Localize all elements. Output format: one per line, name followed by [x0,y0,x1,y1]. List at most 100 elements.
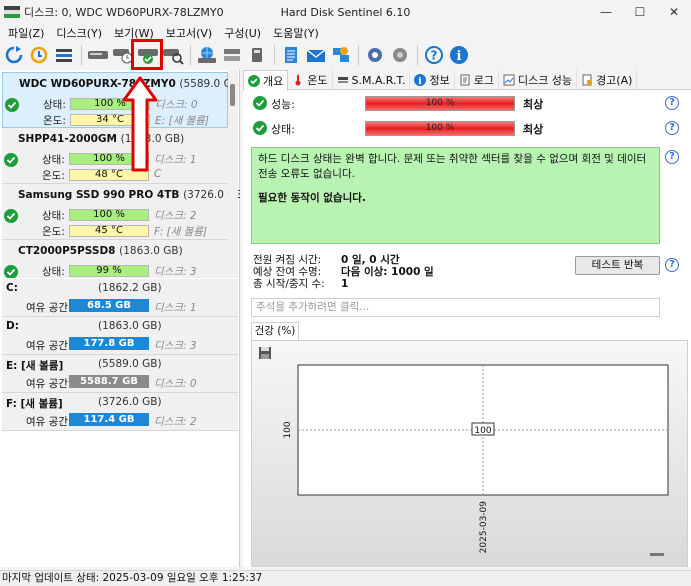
free-space-bar: 177.8 GB [69,337,149,350]
zoom-out-icon[interactable] [650,553,664,556]
volume-size: (3726.0 GB) [98,396,162,408]
help-icon[interactable]: ? [665,258,679,272]
help-icon[interactable]: ? [665,121,679,135]
start-stop-label: 총 시작/중지 수: [253,278,325,290]
menu-bar: 파일(Z) 디스크(Y) 보기(W) 보고서(V) 구성(U) 도움말(Y) [0,24,691,42]
toolbar-separator [81,45,82,65]
report-icon[interactable] [279,43,303,67]
repeat-test-button[interactable]: 테스트 반복 [575,256,660,275]
volume-card-e[interactable]: E: [새 볼륨] (5589.0 GB) 여유 공간 5588.7 GB 디스… [2,355,238,393]
status-text: 하드 디스크 상태는 완벽 합니다. 문제 또는 취약한 섹터를 찾을 수 없으… [258,153,647,180]
volume-card-f[interactable]: F: [새 볼륨] (3726.0 GB) 여유 공간 117.4 GB 디스크… [2,393,238,431]
volume-disk-tag: 디스크: 0 [154,378,197,390]
tab-smart[interactable]: S.M.A.R.T. [333,70,411,90]
disk-tag: 디스크: 1 [154,154,197,166]
scrollbar-thumb[interactable] [230,84,235,106]
info-icon: i [414,74,427,86]
disk-name: CT2000P5PSSD8 (1863.0 GB) [18,245,183,257]
menu-report[interactable]: 보고서(V) [160,25,218,41]
volume-disk-tag: 디스크: 2 [154,416,197,428]
refresh-icon[interactable] [2,43,26,67]
annotation-arrow-icon [122,76,158,172]
right-panel: 개요 온도 S.M.A.R.T. i 정보 로그 디스크 성능 경고(A) 성능… [243,70,691,567]
tab-temperature[interactable]: 온도 [288,70,333,90]
tab-log[interactable]: 로그 [455,70,499,90]
volume-name: F: [새 볼륨] [6,398,63,410]
performance-label: 성능: [271,98,295,111]
usb-drive-icon[interactable] [245,43,269,67]
toolbar-separator [190,45,191,65]
help-icon[interactable]: ? [665,150,679,164]
disk-card-0[interactable]: WDC WD60PURX-78LZMY0 (5589.0 GB) 상태: 100… [2,72,240,128]
globe-disk-icon[interactable] [195,43,219,67]
refresh-all-icon[interactable] [27,43,51,67]
remaining-label: 예상 잔여 수명: [253,266,322,278]
volume-tag: E: [새 볼륨] [155,115,210,127]
disk-list-scrollbar[interactable] [228,70,238,278]
volume-disk-tag: 디스크: 1 [154,302,197,314]
data-label: 100 [474,426,491,436]
free-space-bar: 68.5 GB [69,299,149,312]
toolbar-separator [274,45,275,65]
ok-check-icon [4,153,18,167]
disk-name: Samsung SSD 990 PRO 4TB (3726.0 GB) [18,189,240,201]
alert-icon [581,74,593,86]
power-on-label: 전원 켜짐 시간: [253,254,322,266]
ok-check-icon [4,209,18,223]
help-icon[interactable]: ? [422,43,446,67]
tab-alerts[interactable]: 경고(A) [577,70,638,90]
disk-tag: 디스크: 3 [154,266,197,278]
app-flag-icon [4,6,20,18]
ok-check-icon [253,96,267,110]
menu-help[interactable]: 도움말(Y) [267,25,325,41]
volume-card-d[interactable]: D: (1863.0 GB) 여유 공간 177.8 GB 디스크: 3 [2,317,238,355]
action-text: 필요한 동작이 없습니다. [258,192,366,204]
ok-check-icon [4,265,18,278]
menu-disk[interactable]: 디스크(Y) [50,25,108,41]
tab-info[interactable]: i 정보 [410,70,455,90]
volume-name: D: [6,320,19,332]
free-space-bar: 117.4 GB [69,413,149,426]
free-space-label: 여유 공간 [26,378,68,390]
chart-icon [503,74,515,86]
mail-icon[interactable] [304,43,328,67]
temp-label: 온도: [42,226,65,238]
menu-config[interactable]: 구성(U) [218,25,267,41]
maximize-button[interactable]: ☐ [623,0,657,24]
performance-rating: 최상 [523,98,544,111]
disk-card-1[interactable]: SHPP41-2000GM (1863.0 GB) 상태: 100 % 디스크:… [2,128,228,184]
volume-size: (1862.2 GB) [98,282,162,294]
free-space-label: 여유 공간 [26,302,68,314]
document-icon [459,74,471,86]
svg-text:i: i [457,49,462,64]
tab-health-chart[interactable]: 건강 (%) [251,322,299,340]
tab-overview[interactable]: 개요 [243,70,289,91]
comment-input[interactable]: 주석을 추가하려면 클릭... [251,298,660,317]
close-button[interactable]: ✕ [657,0,691,24]
settings-icon[interactable] [363,43,387,67]
speaker-icon[interactable] [388,43,412,67]
toolbar-separator [417,45,418,65]
menu-file[interactable]: 파일(Z) [2,25,50,41]
tab-performance[interactable]: 디스크 성능 [499,70,578,90]
drives-icon[interactable] [220,43,244,67]
help-icon[interactable]: ? [665,96,679,110]
temp-bar: 45 °C [69,225,149,237]
free-space-label: 여유 공간 [26,416,68,428]
volume-tag: F: [새 볼륨] [154,226,208,238]
disk-drive-icon[interactable] [86,43,110,67]
network-icon[interactable] [329,43,353,67]
health-bar: 100 % [365,121,515,136]
remaining-value: 다음 이상: 1000 일 [341,266,434,278]
disk-card-3[interactable]: CT2000P5PSSD8 (1863.0 GB) 상태: 99 % 디스크: … [2,240,228,278]
window-title: 디스크: 0, WDC WD60PURX-78LZMY0 [24,6,224,19]
minimize-button[interactable]: — [589,0,623,24]
disk-list-icon[interactable] [52,43,76,67]
disk-card-2[interactable]: Samsung SSD 990 PRO 4TB (3726.0 GB) 상태: … [2,184,240,240]
disk-search-icon[interactable] [161,43,185,67]
toolbar: ? i [0,42,691,68]
volume-card-c[interactable]: C: (1862.2 GB) 여유 공간 68.5 GB 디스크: 1 [2,279,238,317]
start-stop-value: 1 [341,278,349,290]
volume-size: (1863.0 GB) [98,320,162,332]
info-icon[interactable]: i [447,43,471,67]
